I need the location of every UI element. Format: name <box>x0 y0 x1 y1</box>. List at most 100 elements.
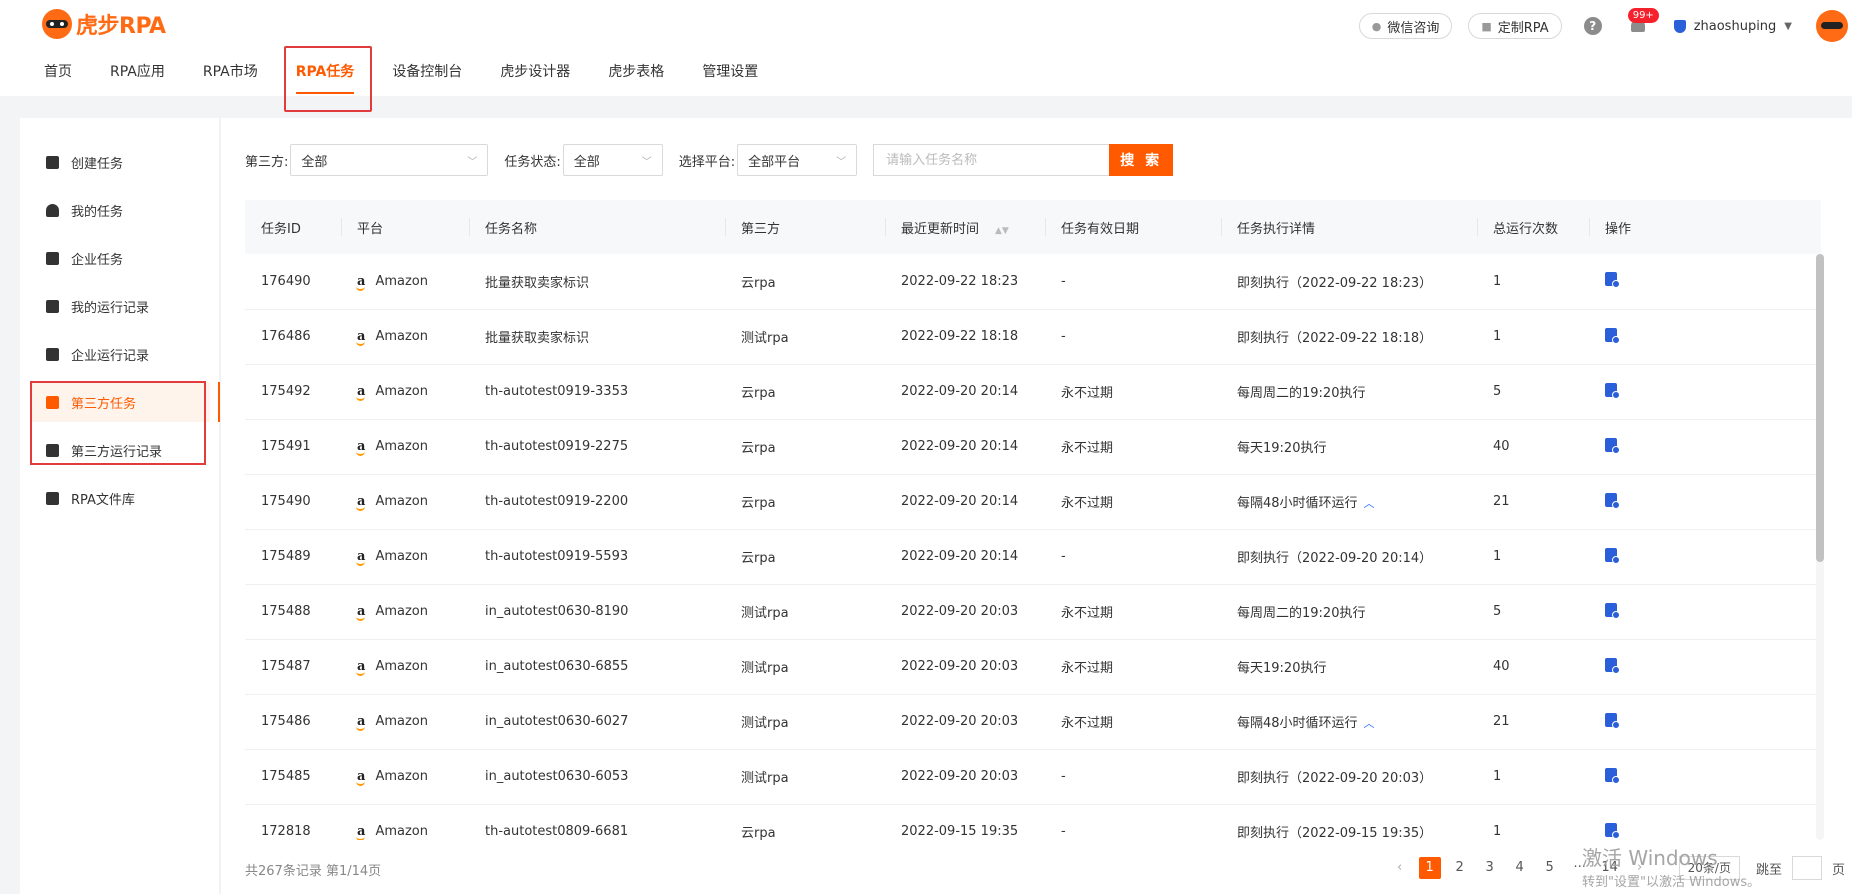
view-detail-icon[interactable] <box>1605 327 1620 344</box>
view-detail-icon[interactable] <box>1605 712 1620 729</box>
chevron-up-icon[interactable]: ︿ <box>1364 717 1375 730</box>
scrollbar-thumb[interactable] <box>1816 254 1824 562</box>
cell-run-count: 40 <box>1493 439 1510 454</box>
view-detail-icon[interactable] <box>1605 767 1620 784</box>
username: zhaoshuping <box>1693 18 1777 34</box>
jump-page-input[interactable] <box>1791 856 1822 880</box>
wechat-consult-button[interactable]: ● 微信咨询 <box>1358 13 1453 39</box>
sidebar-item-rpa-file-library[interactable]: RPA文件库 <box>30 478 210 518</box>
nav-rpa-apps[interactable]: RPA应用 <box>96 56 179 96</box>
execution-details-text: 每周周二的19:20执行 <box>1237 606 1366 621</box>
nav-home[interactable]: 首页 <box>30 56 86 96</box>
table-row[interactable]: 176490 a Amazon 批量获取卖家标识 云rpa 2022-09-22 18:2… <box>245 254 1821 309</box>
page-5[interactable]: 5 <box>1539 857 1561 879</box>
chevron-up-icon[interactable]: ︿ <box>1364 497 1375 510</box>
cell-task-id: 172818 <box>261 824 311 839</box>
sidebar-item-third-party-run-records[interactable]: 第三方运行记录 <box>30 430 210 470</box>
cell-run-count: 1 <box>1493 769 1502 784</box>
sort-icon[interactable]: ▲▼ <box>995 226 1009 236</box>
sidebar-item-label: 我的任务 <box>71 204 124 220</box>
cell-platform: a Amazon <box>341 749 469 804</box>
view-detail-icon[interactable] <box>1605 492 1620 509</box>
table-row[interactable]: 175486 a Amazon in_autotest0630-6027 测试rpa 20… <box>245 694 1821 749</box>
status-select[interactable]: 全部 ﹀ <box>562 144 663 176</box>
execution-details-text: 即刻执行（2022-09-22 18:18） <box>1237 331 1433 346</box>
cell-execution-details: 每隔48小时循环运行 ︿ <box>1221 474 1477 529</box>
user-menu[interactable]: zhaoshuping ▼ <box>1673 18 1792 34</box>
avatar[interactable] <box>1816 10 1848 42</box>
nav-rpa-market[interactable]: RPA市场 <box>189 56 272 96</box>
cell-updated-time: 2022-09-20 20:03 <box>901 714 1019 729</box>
table-row[interactable]: 175490 a Amazon th-autotest0919-2200 云rpa 202… <box>245 474 1821 529</box>
execution-details-text: 每周周二的19:20执行 <box>1237 386 1366 401</box>
sidebar-item-third-party-tasks[interactable]: 第三方任务 <box>30 382 210 422</box>
cell-run-count: 21 <box>1493 494 1510 509</box>
page-1[interactable]: 1 <box>1418 857 1441 879</box>
prev-page-icon[interactable]: ‹ <box>1389 857 1411 879</box>
nav-sheets[interactable]: 虎步表格 <box>594 56 678 96</box>
notification-badge: 99+ <box>1627 8 1659 23</box>
sidebar-item-enterprise-run-records[interactable]: 企业运行记录 <box>30 334 210 374</box>
status-select-value: 全部 <box>573 154 600 170</box>
notification-bell[interactable]: 99+ <box>1627 8 1659 36</box>
nav-designer[interactable]: 虎步设计器 <box>486 56 584 96</box>
view-detail-icon[interactable] <box>1605 272 1620 289</box>
cell-actions <box>1589 474 1821 529</box>
task-name-search-input[interactable] <box>873 144 1110 176</box>
sidebar-item-create-task[interactable]: 创建任务 <box>30 142 210 182</box>
app-logo[interactable]: 虎步RPA <box>42 8 166 40</box>
platform-name: Amazon <box>375 329 428 344</box>
page-4[interactable]: 4 <box>1509 857 1531 879</box>
view-detail-icon[interactable] <box>1605 657 1620 674</box>
custom-rpa-button[interactable]: ■ 定制RPA <box>1468 13 1562 39</box>
cell-valid-date: - <box>1061 549 1066 564</box>
nav-device-console[interactable]: 设备控制台 <box>378 56 476 96</box>
table-row[interactable]: 175491 a Amazon th-autotest0919-2275 云rpa 202… <box>245 419 1821 474</box>
search-button[interactable]: 搜 索 <box>1109 144 1174 176</box>
page-3[interactable]: 3 <box>1479 857 1501 879</box>
view-detail-icon[interactable] <box>1605 382 1620 399</box>
view-detail-icon[interactable] <box>1605 437 1620 454</box>
help-icon[interactable]: ? <box>1583 17 1602 35</box>
execution-details-text: 每天19:20执行 <box>1237 441 1327 456</box>
cell-run-count: 1 <box>1493 824 1502 839</box>
cell-third-party: 云rpa <box>741 496 776 511</box>
sidebar-item-my-run-records[interactable]: 我的运行记录 <box>30 286 210 326</box>
cell-actions <box>1589 529 1821 584</box>
cell-actions <box>1589 804 1821 840</box>
amazon-logo-icon: a <box>355 549 366 566</box>
platform-select[interactable]: 全部平台 ﹀ <box>737 144 858 176</box>
table-row[interactable]: 175489 a Amazon th-autotest0919-5593 云rpa 202… <box>245 529 1821 584</box>
table-row[interactable]: 176486 a Amazon 批量获取卖家标识 测试rpa 2022-09-22 18:… <box>245 309 1821 364</box>
top-header: 虎步RPA 首页 RPA应用 RPA市场 RPA任务 设备控制台 虎步设计器 虎… <box>0 0 1852 112</box>
cell-platform: a Amazon <box>341 804 469 840</box>
table-row[interactable]: 175485 a Amazon in_autotest0630-6053 测试rpa 20… <box>245 749 1821 804</box>
view-detail-icon[interactable] <box>1605 602 1620 619</box>
view-detail-icon[interactable] <box>1605 822 1620 839</box>
table-row[interactable]: 175488 a Amazon in_autotest0630-8190 测试rpa 20… <box>245 584 1821 639</box>
nav-admin-settings[interactable]: 管理设置 <box>688 56 772 96</box>
sidebar-item-enterprise-tasks[interactable]: 企业任务 <box>30 238 210 278</box>
clipboard-icon <box>46 299 59 313</box>
cell-task-id: 175492 <box>261 384 311 399</box>
table-body: 176490 a Amazon 批量获取卖家标识 云rpa 2022-09-22 18:2… <box>245 254 1821 840</box>
cell-platform: a Amazon <box>341 694 469 749</box>
sidebar-item-my-tasks[interactable]: 我的任务 <box>30 190 210 230</box>
cell-task-id: 175487 <box>261 659 311 674</box>
page-2[interactable]: 2 <box>1449 857 1471 879</box>
table-row[interactable]: 175487 a Amazon in_autotest0630-6855 测试rpa 20… <box>245 639 1821 694</box>
sidebar-item-label: 第三方运行记录 <box>71 444 163 460</box>
cell-third-party: 云rpa <box>741 386 776 401</box>
table-row[interactable]: 172818 a Amazon th-autotest0809-6681 云rpa 202… <box>245 804 1821 840</box>
third-party-select[interactable]: 全部 ﹀ <box>290 144 489 176</box>
nav-rpa-tasks[interactable]: RPA任务 <box>282 56 369 96</box>
cell-task-name: th-autotest0919-2200 <box>485 494 629 509</box>
view-detail-icon[interactable] <box>1605 547 1620 564</box>
col-header-updated-time[interactable]: 最近更新时间 ▲▼ <box>885 200 1045 254</box>
cell-updated-time: 2022-09-20 20:03 <box>901 604 1019 619</box>
caret-down-icon: ▼ <box>1784 20 1792 32</box>
table-row[interactable]: 175492 a Amazon th-autotest0919-3353 云rpa 202… <box>245 364 1821 419</box>
table-scrollbar[interactable] <box>1816 254 1824 840</box>
execution-details-text: 即刻执行（2022-09-15 19:35） <box>1237 826 1433 840</box>
amazon-logo-icon: a <box>355 769 366 786</box>
